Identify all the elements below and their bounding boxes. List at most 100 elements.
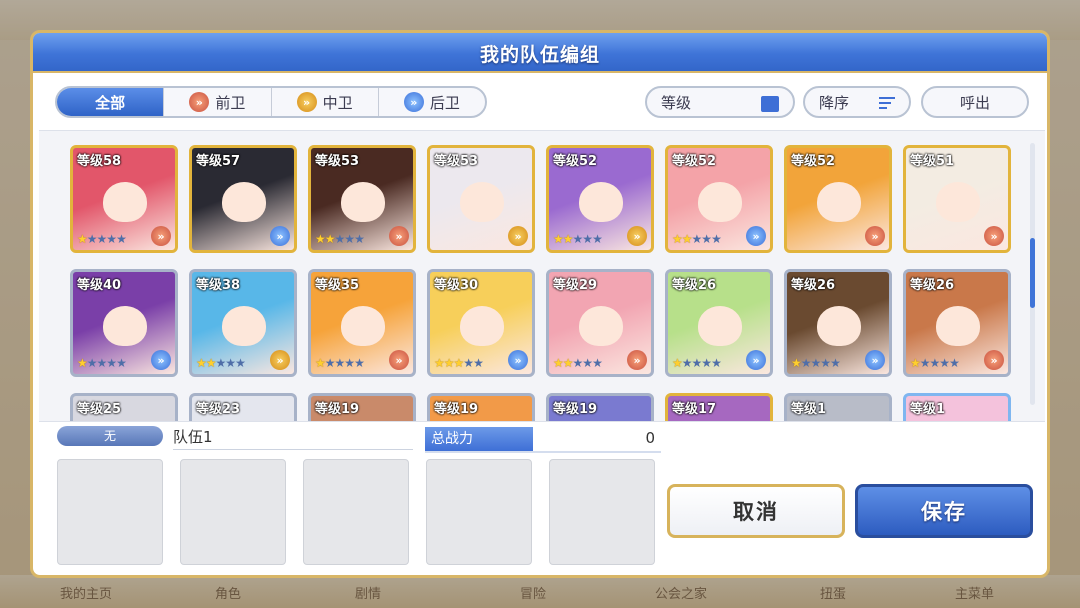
star-icon: ★ xyxy=(215,356,227,370)
cancel-button[interactable]: 取消 xyxy=(667,484,845,538)
star-icon: ★ xyxy=(106,232,117,246)
star-icon: ★ xyxy=(96,232,108,246)
star-icon: ★ xyxy=(96,356,108,370)
character-level: 等级26 xyxy=(791,278,836,293)
team-slot-empty[interactable] xyxy=(426,459,532,565)
character-card[interactable]: 等级19» xyxy=(546,393,654,421)
star-icon: ★ xyxy=(711,232,722,246)
dialog-header: 我的队伍编组 xyxy=(33,33,1047,73)
star-icon: ★ xyxy=(324,356,336,370)
star-icon: ★ xyxy=(453,356,465,370)
star-rating: ★★★★★ xyxy=(672,356,722,370)
star-icon: ★ xyxy=(334,356,346,370)
character-card[interactable]: 等级23» xyxy=(189,393,297,421)
star-rating: ★★★★★ xyxy=(315,232,365,246)
front-position-icon: » xyxy=(389,350,409,370)
team-name[interactable]: 队伍1 xyxy=(173,426,213,447)
team-slot-empty[interactable] xyxy=(303,459,409,565)
character-card[interactable]: 等级25» xyxy=(70,393,178,421)
character-level: 等级35 xyxy=(315,278,360,293)
team-slot-empty[interactable] xyxy=(57,459,163,565)
star-icon: ★ xyxy=(553,356,564,370)
star-rating: ★★★★★ xyxy=(910,356,960,370)
character-card[interactable]: 等级51 » xyxy=(903,145,1011,253)
star-rating: ★★★★★ xyxy=(434,356,484,370)
star-icon: ★ xyxy=(86,232,98,246)
character-level: 等级1 xyxy=(910,402,946,417)
filter-tab-label: 后卫 xyxy=(429,93,460,112)
middle-position-icon: » xyxy=(296,92,317,112)
character-level: 等级23 xyxy=(196,402,241,417)
star-icon: ★ xyxy=(929,356,941,370)
character-card[interactable]: 等级53 ★★★★★» xyxy=(308,145,416,253)
star-rating: ★★★★★ xyxy=(315,356,365,370)
descending-button[interactable]: 降序 xyxy=(803,86,911,118)
team-tag-badge: 无 xyxy=(57,426,163,446)
save-button[interactable]: 保存 xyxy=(855,484,1033,538)
character-level: 等级26 xyxy=(910,278,955,293)
front-position-icon: » xyxy=(151,226,171,246)
character-level: 等级38 xyxy=(196,278,241,293)
filter-tab-2[interactable]: » 中卫 xyxy=(270,88,378,116)
character-card[interactable]: 等级19» xyxy=(427,393,535,421)
character-card[interactable]: 等级52 ★★★★★» xyxy=(546,145,654,253)
star-icon: ★ xyxy=(344,232,355,246)
star-icon: ★ xyxy=(672,232,683,246)
middle-position-icon: » xyxy=(627,226,647,246)
character-portrait xyxy=(817,306,861,346)
grid-scrollbar[interactable] xyxy=(1030,143,1035,405)
character-card[interactable]: 等级53 » xyxy=(427,145,535,253)
star-icon: ★ xyxy=(791,356,802,370)
back-position-icon: » xyxy=(270,226,290,246)
character-card[interactable]: 等级52 ★★★★★» xyxy=(665,145,773,253)
team-edit-dialog: 我的队伍编组 全部» 前卫» 中卫» 后卫 等级 降序 呼出 等级58 ★★★★★» 等级… xyxy=(30,30,1050,578)
character-card[interactable]: 等级35 ★★★★★ » xyxy=(308,269,416,377)
filter-tab-3[interactable]: » 后卫 xyxy=(377,88,485,116)
team-name-underline xyxy=(173,449,413,450)
character-portrait xyxy=(341,306,385,346)
call-button[interactable]: 呼出 xyxy=(921,86,1029,118)
filter-tab-0[interactable]: 全部 xyxy=(57,88,164,116)
character-level: 等级30 xyxy=(434,278,479,293)
character-level: 等级57 xyxy=(196,154,241,169)
character-card[interactable]: 等级1» xyxy=(784,393,892,421)
character-card[interactable]: 等级26 ★★★★★» xyxy=(665,269,773,377)
character-portrait xyxy=(103,182,147,222)
character-portrait xyxy=(460,182,504,222)
star-icon: ★ xyxy=(344,356,355,370)
character-card[interactable]: 等级26 ★★★★★» xyxy=(903,269,1011,377)
character-portrait xyxy=(579,182,623,222)
character-portrait xyxy=(698,182,742,222)
filter-tab-1[interactable]: » 前卫 xyxy=(163,88,270,116)
star-icon: ★ xyxy=(582,232,593,246)
star-icon: ★ xyxy=(235,356,246,370)
star-icon: ★ xyxy=(443,356,455,370)
star-icon: ★ xyxy=(681,232,693,246)
character-card[interactable]: 等级1» xyxy=(903,393,1011,421)
star-icon: ★ xyxy=(116,232,127,246)
character-card[interactable]: 等级38 ★★★★★» xyxy=(189,269,297,377)
character-level: 等级19 xyxy=(315,402,360,417)
level-sort-button[interactable]: 等级 xyxy=(645,86,795,118)
scrollbar-thumb[interactable] xyxy=(1030,238,1035,308)
star-icon: ★ xyxy=(196,356,207,370)
character-card[interactable]: 等级19» xyxy=(308,393,416,421)
character-card[interactable]: 等级52 » xyxy=(784,145,892,253)
character-card[interactable]: 等级40 ★★★★★» xyxy=(70,269,178,377)
team-slot-empty[interactable] xyxy=(549,459,655,565)
character-card[interactable]: 等级30 ★★★★★ » xyxy=(427,269,535,377)
back-position-icon: » xyxy=(508,350,528,370)
team-slot-empty[interactable] xyxy=(180,459,286,565)
character-level: 等级25 xyxy=(77,402,122,417)
character-card[interactable]: 等级17» xyxy=(665,393,773,421)
character-card[interactable]: 等级26 ★★★★★» xyxy=(784,269,892,377)
character-card[interactable]: 等级58 ★★★★★» xyxy=(70,145,178,253)
character-card[interactable]: 等级57 » xyxy=(189,145,297,253)
character-level: 等级1 xyxy=(791,402,827,417)
character-grid: 等级58 ★★★★★» 等级57» 等级53 ★★★★★» 等级53» 等级52 ★★★★★»… xyxy=(39,130,1045,422)
star-icon: ★ xyxy=(116,356,127,370)
star-icon: ★ xyxy=(324,232,336,246)
star-icon: ★ xyxy=(354,232,365,246)
character-card[interactable]: 等级29 ★★★★★» xyxy=(546,269,654,377)
star-icon: ★ xyxy=(334,232,346,246)
